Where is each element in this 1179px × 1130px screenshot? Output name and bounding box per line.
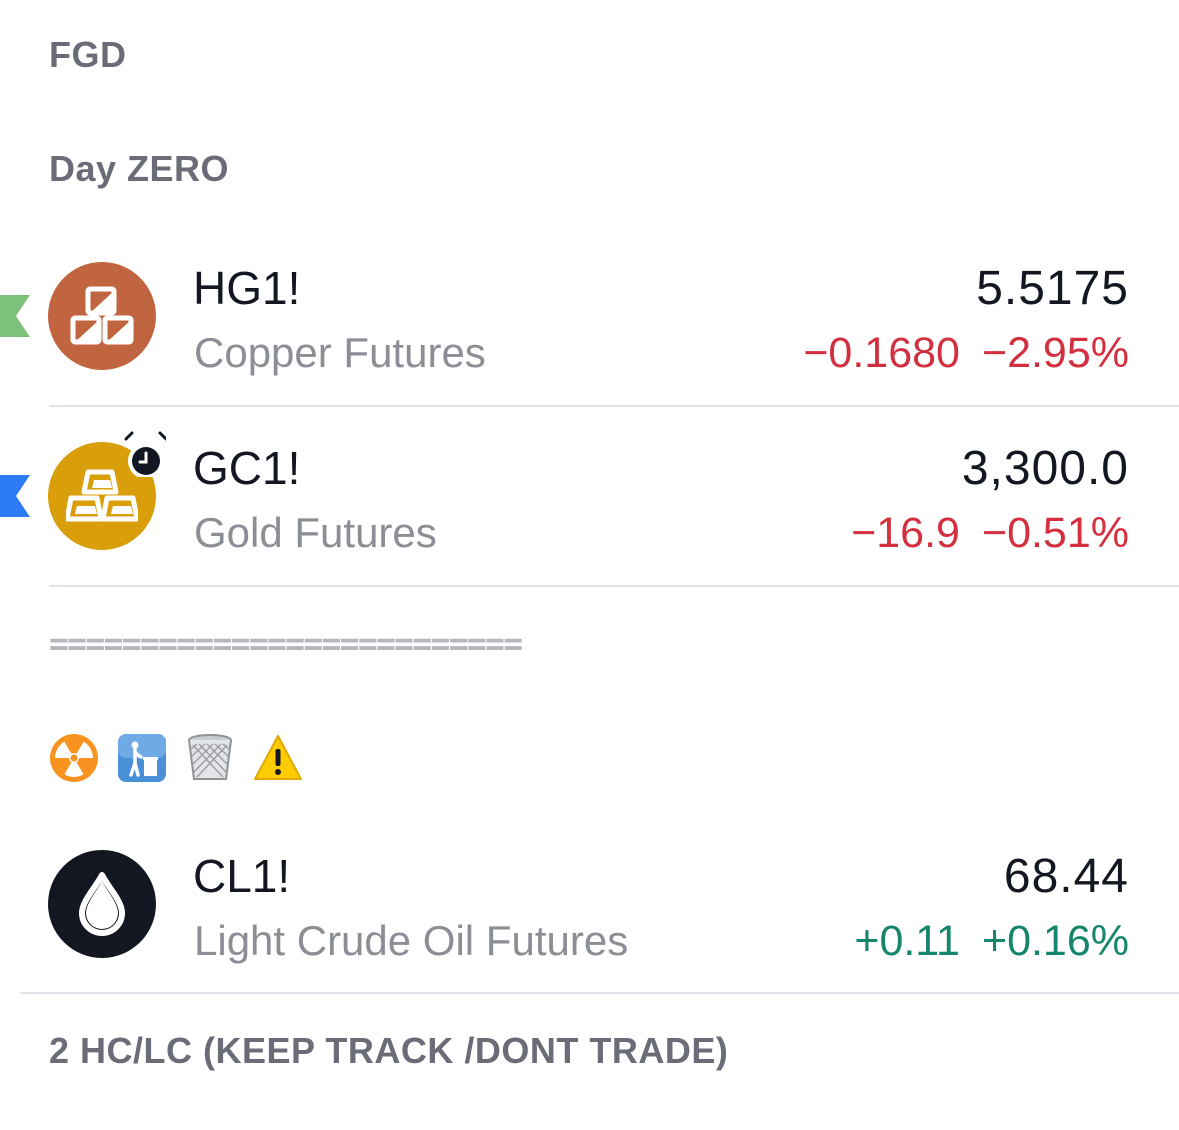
price-change: +0.11 [854, 917, 960, 965]
symbol-ticker: GC1! [193, 442, 301, 494]
oil-drop-icon [48, 850, 156, 958]
copper-blocks-icon [48, 262, 156, 370]
watchlist-row-gc1[interactable]: GC1! Gold Futures 3,300.0 −16.9 −0.51% [0, 409, 1179, 589]
price-change: −0.1680 [803, 329, 960, 377]
section-header-hc-lc[interactable]: 2 HC/LC (KEEP TRACK /DONT TRADE) [49, 1030, 728, 1072]
green-flag-icon[interactable] [0, 295, 30, 337]
symbol-ticker: CL1! [193, 850, 291, 902]
section-header-fgd[interactable]: FGD [49, 34, 127, 76]
row-divider [20, 992, 1179, 994]
price-change-percent: −0.51% [981, 509, 1129, 557]
watchlist-row-hg1[interactable]: HG1! Copper Futures 5.5175 −0.1680 −2.95… [0, 229, 1179, 409]
row-divider [49, 405, 1179, 407]
wastebasket-icon [188, 734, 232, 780]
warning-icon [254, 735, 302, 780]
last-price: 68.44 [1003, 850, 1129, 903]
price-change: −16.9 [851, 509, 960, 557]
symbol-description: Gold Futures [194, 509, 437, 556]
price-change-percent: +0.16% [981, 917, 1129, 965]
symbol-description: Copper Futures [194, 329, 486, 376]
last-price: 3,300.0 [961, 442, 1129, 495]
price-change-group: −0.1680 −2.95% [803, 329, 1129, 378]
price-change-group: −16.9 −0.51% [851, 509, 1129, 558]
price-change-group: +0.11 +0.16% [854, 917, 1129, 966]
symbol-ticker: HG1! [193, 262, 301, 314]
put-litter-in-its-place-icon [118, 734, 166, 782]
separator-text[interactable]: ========================== [49, 624, 523, 663]
radioactive-icon [50, 734, 98, 782]
alarm-clock-icon[interactable] [118, 429, 166, 477]
last-price: 5.5175 [976, 262, 1129, 315]
symbol-description: Light Crude Oil Futures [194, 917, 629, 964]
watchlist-row-cl1[interactable]: CL1! Light Crude Oil Futures 68.44 +0.11… [0, 817, 1179, 997]
section-header-day-zero[interactable]: Day ZERO [49, 148, 229, 190]
row-divider [49, 585, 1179, 587]
price-change-percent: −2.95% [981, 329, 1129, 377]
blue-flag-icon[interactable] [0, 475, 30, 517]
emoji-section-header[interactable] [49, 733, 303, 783]
